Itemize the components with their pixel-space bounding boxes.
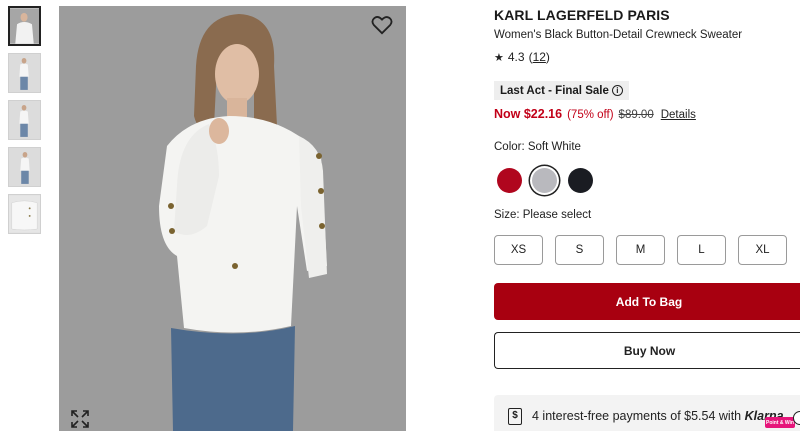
color-swatch-soft-white[interactable] <box>532 168 557 193</box>
expand-icon[interactable] <box>71 410 89 428</box>
buy-now-button[interactable]: Buy Now <box>494 332 800 369</box>
chat-icon[interactable] <box>793 411 800 425</box>
size-option-s[interactable]: S <box>555 235 604 265</box>
thumbnail-image <box>9 148 40 186</box>
product-photo <box>59 6 406 431</box>
final-sale-badge: Last Act - Final Sale i <box>494 81 629 100</box>
discount-percent: (75% off) <box>567 109 614 121</box>
thumbnail-image <box>9 54 40 92</box>
thumbnail-3[interactable] <box>8 100 41 140</box>
sale-price: Now $22.16 <box>494 107 563 121</box>
final-sale-label: Last Act - Final Sale <box>500 84 609 97</box>
star-icon: ★ <box>494 51 504 64</box>
installment-text: 4 interest-free payments of $5.54 with <box>532 409 745 423</box>
feedback-badge[interactable]: Point & Win <box>765 417 795 428</box>
info-icon[interactable]: i <box>611 85 623 96</box>
color-swatch-black[interactable] <box>568 168 593 193</box>
price-row: Now $22.16 (75% off) $89.00 Details <box>494 107 696 121</box>
thumbnail-image <box>10 8 39 44</box>
rating-value: 4.3 <box>507 50 525 64</box>
price-details-link[interactable]: Details <box>661 109 696 121</box>
thumbnail-1[interactable] <box>8 6 41 46</box>
product-title: Women's Black Button-Detail Crewneck Swe… <box>494 29 743 41</box>
add-to-bag-button[interactable]: Add To Bag <box>494 283 800 320</box>
brand-name[interactable]: KARL LAGERFELD PARIS <box>494 7 670 23</box>
size-label: Size: Please select <box>494 209 592 221</box>
size-option-m[interactable]: M <box>616 235 665 265</box>
thumbnail-image <box>9 195 40 233</box>
dollar-icon: $ <box>508 408 522 425</box>
size-option-xs[interactable]: XS <box>494 235 543 265</box>
thumbnail-5[interactable] <box>8 194 41 234</box>
original-price: $89.00 <box>618 109 654 121</box>
review-count-close: ) <box>545 50 550 64</box>
heart-icon[interactable] <box>371 15 393 35</box>
thumbnail-2[interactable] <box>8 53 41 93</box>
size-option-xl[interactable]: XL <box>738 235 787 265</box>
main-product-image[interactable] <box>59 6 406 431</box>
size-option-l[interactable]: L <box>677 235 726 265</box>
thumbnail-image <box>9 101 40 139</box>
review-count-link[interactable]: 12 <box>533 50 546 64</box>
klarna-message: 4 interest-free payments of $5.54 with K… <box>532 409 787 423</box>
color-label: Color: Soft White <box>494 141 581 153</box>
thumbnail-4[interactable] <box>8 147 41 187</box>
color-swatch-red[interactable] <box>497 168 522 193</box>
rating-summary[interactable]: ★ 4.3 (12) <box>494 50 550 64</box>
